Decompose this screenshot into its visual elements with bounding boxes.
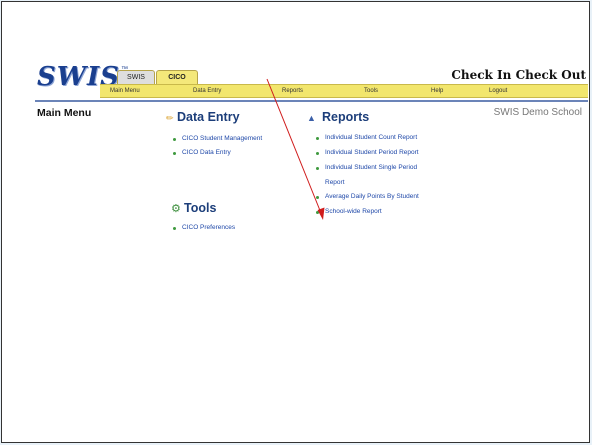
link-cico-student-management[interactable]: CICO Student Management bbox=[182, 135, 262, 142]
nav-tools[interactable]: Tools bbox=[364, 85, 378, 97]
navbar: Main Menu Data Entry Reports Tools Help … bbox=[100, 84, 588, 98]
nav-logout[interactable]: Logout bbox=[489, 85, 507, 97]
bullet-icon bbox=[173, 138, 176, 141]
nav-main-menu[interactable]: Main Menu bbox=[110, 85, 140, 97]
link-school-wide-report[interactable]: School-wide Report bbox=[325, 208, 382, 215]
slide: SWIS ™ SWIS CICO Check In Check Out Main… bbox=[1, 1, 590, 443]
tools-heading[interactable]: Tools bbox=[184, 201, 216, 215]
bullet-icon bbox=[316, 152, 319, 155]
gear-icon: ⚙ bbox=[171, 203, 181, 215]
app-screenshot: SWIS ™ SWIS CICO Check In Check Out Main… bbox=[35, 60, 588, 373]
chart-icon: ▲ bbox=[307, 113, 316, 123]
link-cico-preferences[interactable]: CICO Preferences bbox=[182, 224, 235, 231]
bullet-icon bbox=[173, 227, 176, 230]
link-individual-student-single-period[interactable]: Individual Student Single Period bbox=[325, 164, 417, 171]
school-name: SWIS Demo School bbox=[493, 107, 582, 118]
bullet-icon bbox=[316, 211, 319, 214]
link-individual-student-count-report[interactable]: Individual Student Count Report bbox=[325, 134, 417, 141]
bullet-icon bbox=[173, 152, 176, 155]
tab-cico[interactable]: CICO bbox=[156, 70, 198, 84]
reports-heading[interactable]: Reports bbox=[322, 110, 369, 124]
link-report-continuation[interactable]: Report bbox=[325, 179, 345, 186]
header: SWIS ™ SWIS CICO Check In Check Out Main… bbox=[35, 60, 588, 98]
bullet-icon bbox=[316, 137, 319, 140]
page-title: Main Menu bbox=[37, 107, 92, 119]
pencil-icon: ✏ bbox=[166, 113, 174, 123]
main-panel: Main Menu SWIS Demo School ✏ Data Entry … bbox=[35, 100, 588, 373]
app-title: Check In Check Out bbox=[451, 68, 586, 82]
link-cico-data-entry[interactable]: CICO Data Entry bbox=[182, 149, 231, 156]
bullet-icon bbox=[316, 196, 319, 199]
nav-help[interactable]: Help bbox=[431, 85, 443, 97]
nav-data-entry[interactable]: Data Entry bbox=[193, 85, 221, 97]
data-entry-heading[interactable]: Data Entry bbox=[177, 110, 240, 124]
bullet-icon bbox=[316, 167, 319, 170]
nav-reports[interactable]: Reports bbox=[282, 85, 303, 97]
tab-swis[interactable]: SWIS bbox=[117, 70, 155, 84]
link-average-daily-points[interactable]: Average Daily Points By Student bbox=[325, 193, 419, 200]
link-individual-student-period-report[interactable]: Individual Student Period Report bbox=[325, 149, 419, 156]
